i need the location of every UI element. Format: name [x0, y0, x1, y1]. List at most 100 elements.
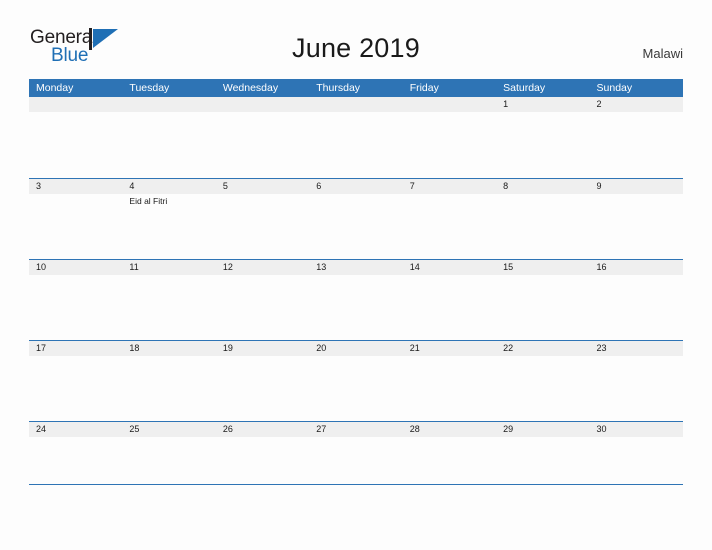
week-row: 10 11 12 13 14 15 16	[29, 259, 683, 340]
week-dates-band: 24 25 26 27 28 29 30	[29, 422, 683, 437]
day-number[interactable]: 22	[496, 341, 589, 356]
day-cell[interactable]	[216, 356, 309, 421]
day-cell[interactable]	[216, 194, 309, 259]
day-number[interactable]: 23	[590, 341, 683, 356]
day-cell[interactable]	[309, 356, 402, 421]
day-cell[interactable]	[403, 194, 496, 259]
day-cell[interactable]	[590, 356, 683, 421]
weekday-sunday: Sunday	[596, 82, 633, 94]
week-dates-band: 10 11 12 13 14 15 16	[29, 260, 683, 275]
day-number[interactable]: 28	[403, 422, 496, 437]
day-number[interactable]: 11	[122, 260, 215, 275]
day-cell[interactable]	[403, 275, 496, 340]
day-number[interactable]: 12	[216, 260, 309, 275]
day-cell[interactable]	[216, 275, 309, 340]
day-number[interactable]: 21	[403, 341, 496, 356]
weekday-header-row: Monday Tuesday Wednesday Thursday Friday…	[29, 79, 683, 97]
day-cell[interactable]	[496, 437, 589, 502]
day-number[interactable]: 15	[496, 260, 589, 275]
region-label: Malawi	[642, 46, 683, 61]
day-cell[interactable]	[309, 194, 402, 259]
weekday-wednesday: Wednesday	[222, 82, 279, 94]
weekday-saturday: Saturday	[503, 82, 546, 94]
day-cell[interactable]	[122, 437, 215, 502]
week-events-band	[29, 112, 683, 177]
calendar-grid: Monday Tuesday Wednesday Thursday Friday…	[29, 79, 683, 502]
day-cell[interactable]	[216, 112, 309, 177]
week-row: 24 25 26 27 28 29 30	[29, 421, 683, 502]
day-cell[interactable]	[590, 275, 683, 340]
day-number[interactable]	[29, 97, 122, 112]
day-number[interactable]: 16	[590, 260, 683, 275]
day-cell[interactable]	[309, 437, 402, 502]
day-number[interactable]: 8	[496, 179, 589, 194]
week-row: 17 18 19 20 21 22 23	[29, 340, 683, 421]
day-cell[interactable]	[496, 112, 589, 177]
day-cell[interactable]	[216, 437, 309, 502]
day-cell[interactable]	[403, 112, 496, 177]
week-events-band: Eid al Fitri	[29, 194, 683, 259]
day-cell[interactable]	[122, 356, 215, 421]
weekday-tuesday: Tuesday	[129, 82, 170, 94]
day-cell[interactable]	[590, 437, 683, 502]
weekday-monday: Monday	[36, 82, 74, 94]
day-cell[interactable]	[496, 275, 589, 340]
day-number[interactable]: 27	[309, 422, 402, 437]
day-number[interactable]: 20	[309, 341, 402, 356]
calendar-page: General Blue June 2019 Malawi Monday Tue…	[0, 0, 712, 550]
day-number[interactable]: 26	[216, 422, 309, 437]
week-events-band	[29, 356, 683, 421]
day-number[interactable]: 4	[122, 179, 215, 194]
day-number[interactable]: 13	[309, 260, 402, 275]
event-label: Eid al Fitri	[129, 196, 168, 206]
day-number[interactable]	[216, 97, 309, 112]
day-number[interactable]: 5	[216, 179, 309, 194]
weekday-thursday: Thursday	[316, 82, 361, 94]
day-cell[interactable]	[496, 194, 589, 259]
day-cell[interactable]	[29, 437, 122, 502]
day-cell[interactable]	[29, 112, 122, 177]
day-cell[interactable]	[122, 275, 215, 340]
week-dates-band: 1 2	[29, 97, 683, 112]
weekday-friday: Friday	[409, 82, 439, 94]
day-cell[interactable]	[590, 112, 683, 177]
day-number[interactable]: 2	[590, 97, 683, 112]
week-events-band	[29, 275, 683, 340]
day-number[interactable]: 24	[29, 422, 122, 437]
day-cell[interactable]	[29, 356, 122, 421]
day-number[interactable]: 18	[122, 341, 215, 356]
day-number[interactable]	[309, 97, 402, 112]
day-cell[interactable]	[29, 194, 122, 259]
day-number[interactable]: 9	[590, 179, 683, 194]
page-header: General Blue June 2019 Malawi	[0, 0, 712, 78]
day-number[interactable]: 17	[29, 341, 122, 356]
day-cell[interactable]	[309, 275, 402, 340]
day-number[interactable]: 10	[29, 260, 122, 275]
day-number[interactable]: 14	[403, 260, 496, 275]
day-number[interactable]: 3	[29, 179, 122, 194]
day-number[interactable]: 19	[216, 341, 309, 356]
day-cell[interactable]	[590, 194, 683, 259]
week-dates-band: 17 18 19 20 21 22 23	[29, 341, 683, 356]
day-number[interactable]: 30	[590, 422, 683, 437]
day-number[interactable]: 1	[496, 97, 589, 112]
week-row: 3 4 5 6 7 8 9 Eid al Fitri	[29, 178, 683, 259]
week-events-band	[29, 437, 683, 502]
week-dates-band: 3 4 5 6 7 8 9	[29, 179, 683, 194]
day-number[interactable]: 7	[403, 179, 496, 194]
day-cell[interactable]	[403, 437, 496, 502]
page-title: June 2019	[292, 33, 420, 63]
day-number[interactable]	[403, 97, 496, 112]
day-cell[interactable]	[122, 112, 215, 177]
day-number[interactable]: 6	[309, 179, 402, 194]
day-number[interactable]	[122, 97, 215, 112]
day-cell[interactable]	[403, 356, 496, 421]
day-cell[interactable]: Eid al Fitri	[122, 194, 215, 259]
day-number[interactable]: 29	[496, 422, 589, 437]
day-cell[interactable]	[29, 275, 122, 340]
day-cell[interactable]	[309, 112, 402, 177]
week-row: 1 2	[29, 97, 683, 178]
day-number[interactable]: 25	[122, 422, 215, 437]
calendar-bottom-divider	[29, 484, 683, 485]
day-cell[interactable]	[496, 356, 589, 421]
